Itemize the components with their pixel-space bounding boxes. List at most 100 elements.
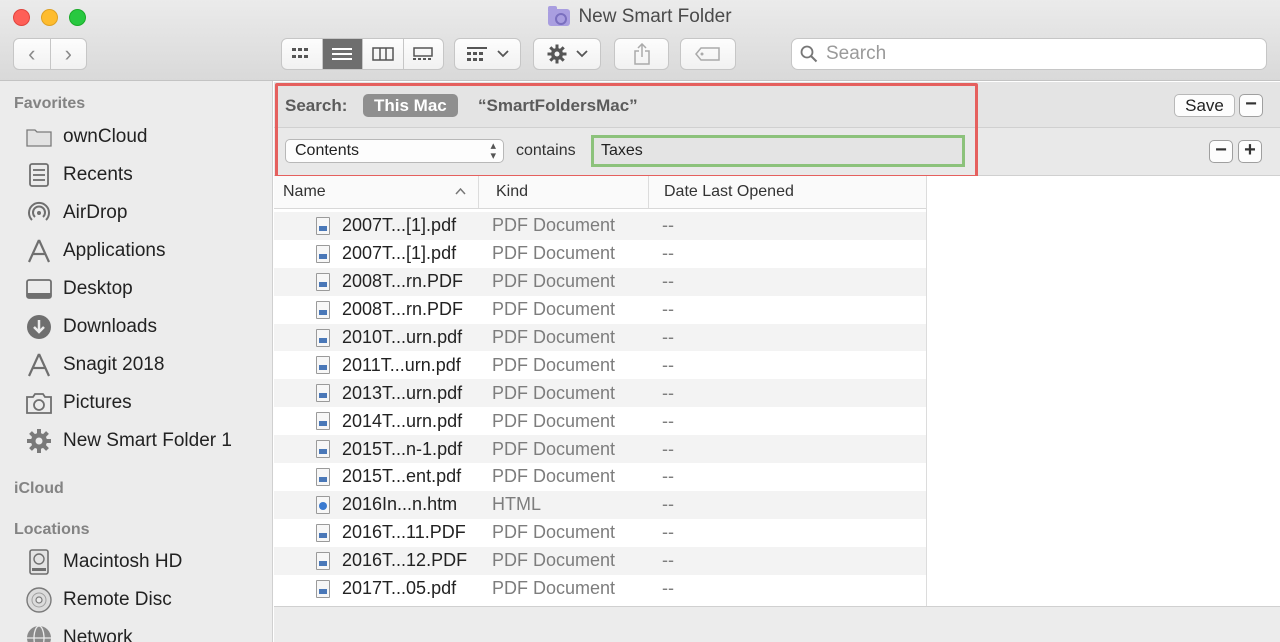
table-row[interactable]: 2007T...[1].pdf PDF Document -- xyxy=(274,240,926,268)
file-kind: PDF Document xyxy=(492,466,616,487)
file-kind: PDF Document xyxy=(492,382,616,403)
pdf-file-icon xyxy=(316,217,330,235)
file-name: 2016In...n.htm xyxy=(342,494,458,515)
action-menu-button[interactable] xyxy=(533,38,601,70)
pdf-file-icon xyxy=(316,468,330,487)
window-title: New Smart Folder xyxy=(578,6,732,27)
chevron-down-icon xyxy=(575,50,588,58)
sidebar-item-desktop[interactable]: Desktop xyxy=(25,273,133,305)
sidebar-item-macintosh-hd[interactable]: Macintosh HD xyxy=(25,546,182,578)
table-row[interactable]: 2007T...[1].pdf PDF Document -- xyxy=(274,212,926,240)
search-scope-label: Search: xyxy=(285,96,348,115)
close-search-button[interactable]: − xyxy=(1239,94,1263,117)
table-row[interactable]: 2016In...n.htm HTML -- xyxy=(274,490,926,519)
group-grid-icon xyxy=(466,47,487,61)
empty-preview-area xyxy=(926,176,1280,606)
scope-this-mac-button[interactable]: This Mac xyxy=(363,94,458,117)
sidebar-item-airdrop[interactable]: AirDrop xyxy=(25,197,127,229)
sidebar-item-snagit[interactable]: Snagit 2018 xyxy=(25,349,164,381)
sidebar-item-label: Remote Disc xyxy=(63,589,172,610)
pdf-file-icon xyxy=(316,440,330,459)
sidebar-item-label: Desktop xyxy=(63,278,133,299)
add-criteria-button[interactable]: + xyxy=(1238,140,1262,163)
table-row[interactable]: 2008T...rn.PDF PDF Document -- xyxy=(274,267,926,296)
sidebar-item-label: Snagit 2018 xyxy=(63,354,165,375)
tag-button[interactable] xyxy=(680,38,736,70)
gear-icon xyxy=(25,427,53,455)
sidebar-item-remote-disc[interactable]: Remote Disc xyxy=(25,584,172,616)
file-name: 2016T...11.PDF xyxy=(342,522,466,543)
tag-icon xyxy=(695,47,720,61)
icon-grid-icon xyxy=(291,48,308,58)
column-view-button[interactable] xyxy=(362,39,403,69)
table-row[interactable]: 2011T...urn.pdf PDF Document -- xyxy=(274,351,926,379)
table-row[interactable]: 2008T...rn.PDF PDF Document -- xyxy=(274,296,926,324)
file-name: 2015T...n-1.pdf xyxy=(342,438,463,459)
list-icon xyxy=(332,48,353,60)
file-date-last-opened: -- xyxy=(662,438,674,459)
file-kind: PDF Document xyxy=(492,550,616,571)
gallery-view-button[interactable] xyxy=(402,39,444,69)
sidebar-item-recents[interactable]: Recents xyxy=(25,159,133,191)
sidebar-item-network[interactable]: Network xyxy=(25,622,133,642)
table-row[interactable]: 2016T...11.PDF PDF Document -- xyxy=(274,519,926,547)
column-header-date-last-opened[interactable]: Date Last Opened xyxy=(648,176,926,208)
locations-heading: Locations xyxy=(14,521,90,538)
search-input[interactable] xyxy=(826,43,1246,65)
table-row[interactable]: 2014T...urn.pdf PDF Document -- xyxy=(274,407,926,435)
pdf-file-icon xyxy=(316,551,330,570)
sidebar-item-owncloud[interactable]: ownCloud xyxy=(25,121,148,153)
file-name: 2007T...[1].pdf xyxy=(342,243,457,264)
file-kind: PDF Document xyxy=(492,354,616,375)
applications-icon xyxy=(25,351,53,379)
attribute-select[interactable]: Contents ▴ ▾ xyxy=(285,139,504,163)
back-forward-group: ‹ › xyxy=(13,38,87,70)
recents-icon xyxy=(25,161,53,189)
gallery-icon xyxy=(413,47,433,60)
table-row[interactable]: 2010T...urn.pdf PDF Document -- xyxy=(274,323,926,352)
applications-icon xyxy=(25,237,53,265)
column-header-name[interactable]: Name xyxy=(283,176,326,208)
icloud-heading: iCloud xyxy=(14,480,64,497)
toolbar-search-field[interactable] xyxy=(791,38,1267,70)
share-button[interactable] xyxy=(614,38,669,70)
table-row[interactable]: 2017T...05.pdf PDF Document -- xyxy=(274,575,926,603)
forward-button[interactable]: › xyxy=(49,39,87,69)
file-date-last-opened: -- xyxy=(662,522,674,543)
operator-label: contains xyxy=(516,142,576,159)
html-file-icon xyxy=(316,495,330,514)
camera-icon xyxy=(25,389,53,417)
sidebar-item-pictures[interactable]: Pictures xyxy=(25,387,132,419)
pdf-file-icon xyxy=(316,272,330,291)
file-kind: PDF Document xyxy=(492,271,616,292)
criteria-value-input[interactable] xyxy=(591,135,965,167)
file-name: 2017T...05.pdf xyxy=(342,578,457,599)
file-kind: HTML xyxy=(492,494,541,515)
table-row[interactable]: 2015T...ent.pdf PDF Document -- xyxy=(274,463,926,491)
file-date-last-opened: -- xyxy=(662,271,674,292)
remove-criteria-button[interactable]: − xyxy=(1209,140,1233,163)
icon-view-button[interactable] xyxy=(282,39,322,69)
network-icon xyxy=(25,624,53,642)
sidebar-item-applications[interactable]: Applications xyxy=(25,235,165,267)
file-name: 2008T...rn.PDF xyxy=(342,299,464,320)
sidebar-item-downloads[interactable]: Downloads xyxy=(25,311,157,343)
file-name: 2007T...[1].pdf xyxy=(342,215,457,236)
sidebar-item-new-smart-folder-1[interactable]: New Smart Folder 1 xyxy=(25,425,232,457)
back-button[interactable]: ‹ xyxy=(14,39,50,69)
group-by-button[interactable] xyxy=(454,38,521,70)
sidebar-item-label: Pictures xyxy=(63,392,132,413)
save-search-button[interactable]: Save xyxy=(1174,94,1235,117)
sidebar-item-label: ownCloud xyxy=(63,126,148,147)
file-date-last-opened: -- xyxy=(662,578,674,599)
file-kind: PDF Document xyxy=(492,438,616,459)
column-header-kind[interactable]: Kind xyxy=(478,176,648,208)
smart-folder-icon xyxy=(548,5,571,26)
file-name: 2016T...12.PDF xyxy=(342,550,468,571)
scope-query-button[interactable]: “SmartFoldersMac” xyxy=(478,96,638,116)
table-row[interactable]: 2016T...12.PDF PDF Document -- xyxy=(274,546,926,575)
table-row[interactable]: 2013T...urn.pdf PDF Document -- xyxy=(274,379,926,408)
pdf-file-icon xyxy=(316,244,330,263)
list-view-button[interactable] xyxy=(321,39,362,69)
table-row[interactable]: 2015T...n-1.pdf PDF Document -- xyxy=(274,435,926,464)
